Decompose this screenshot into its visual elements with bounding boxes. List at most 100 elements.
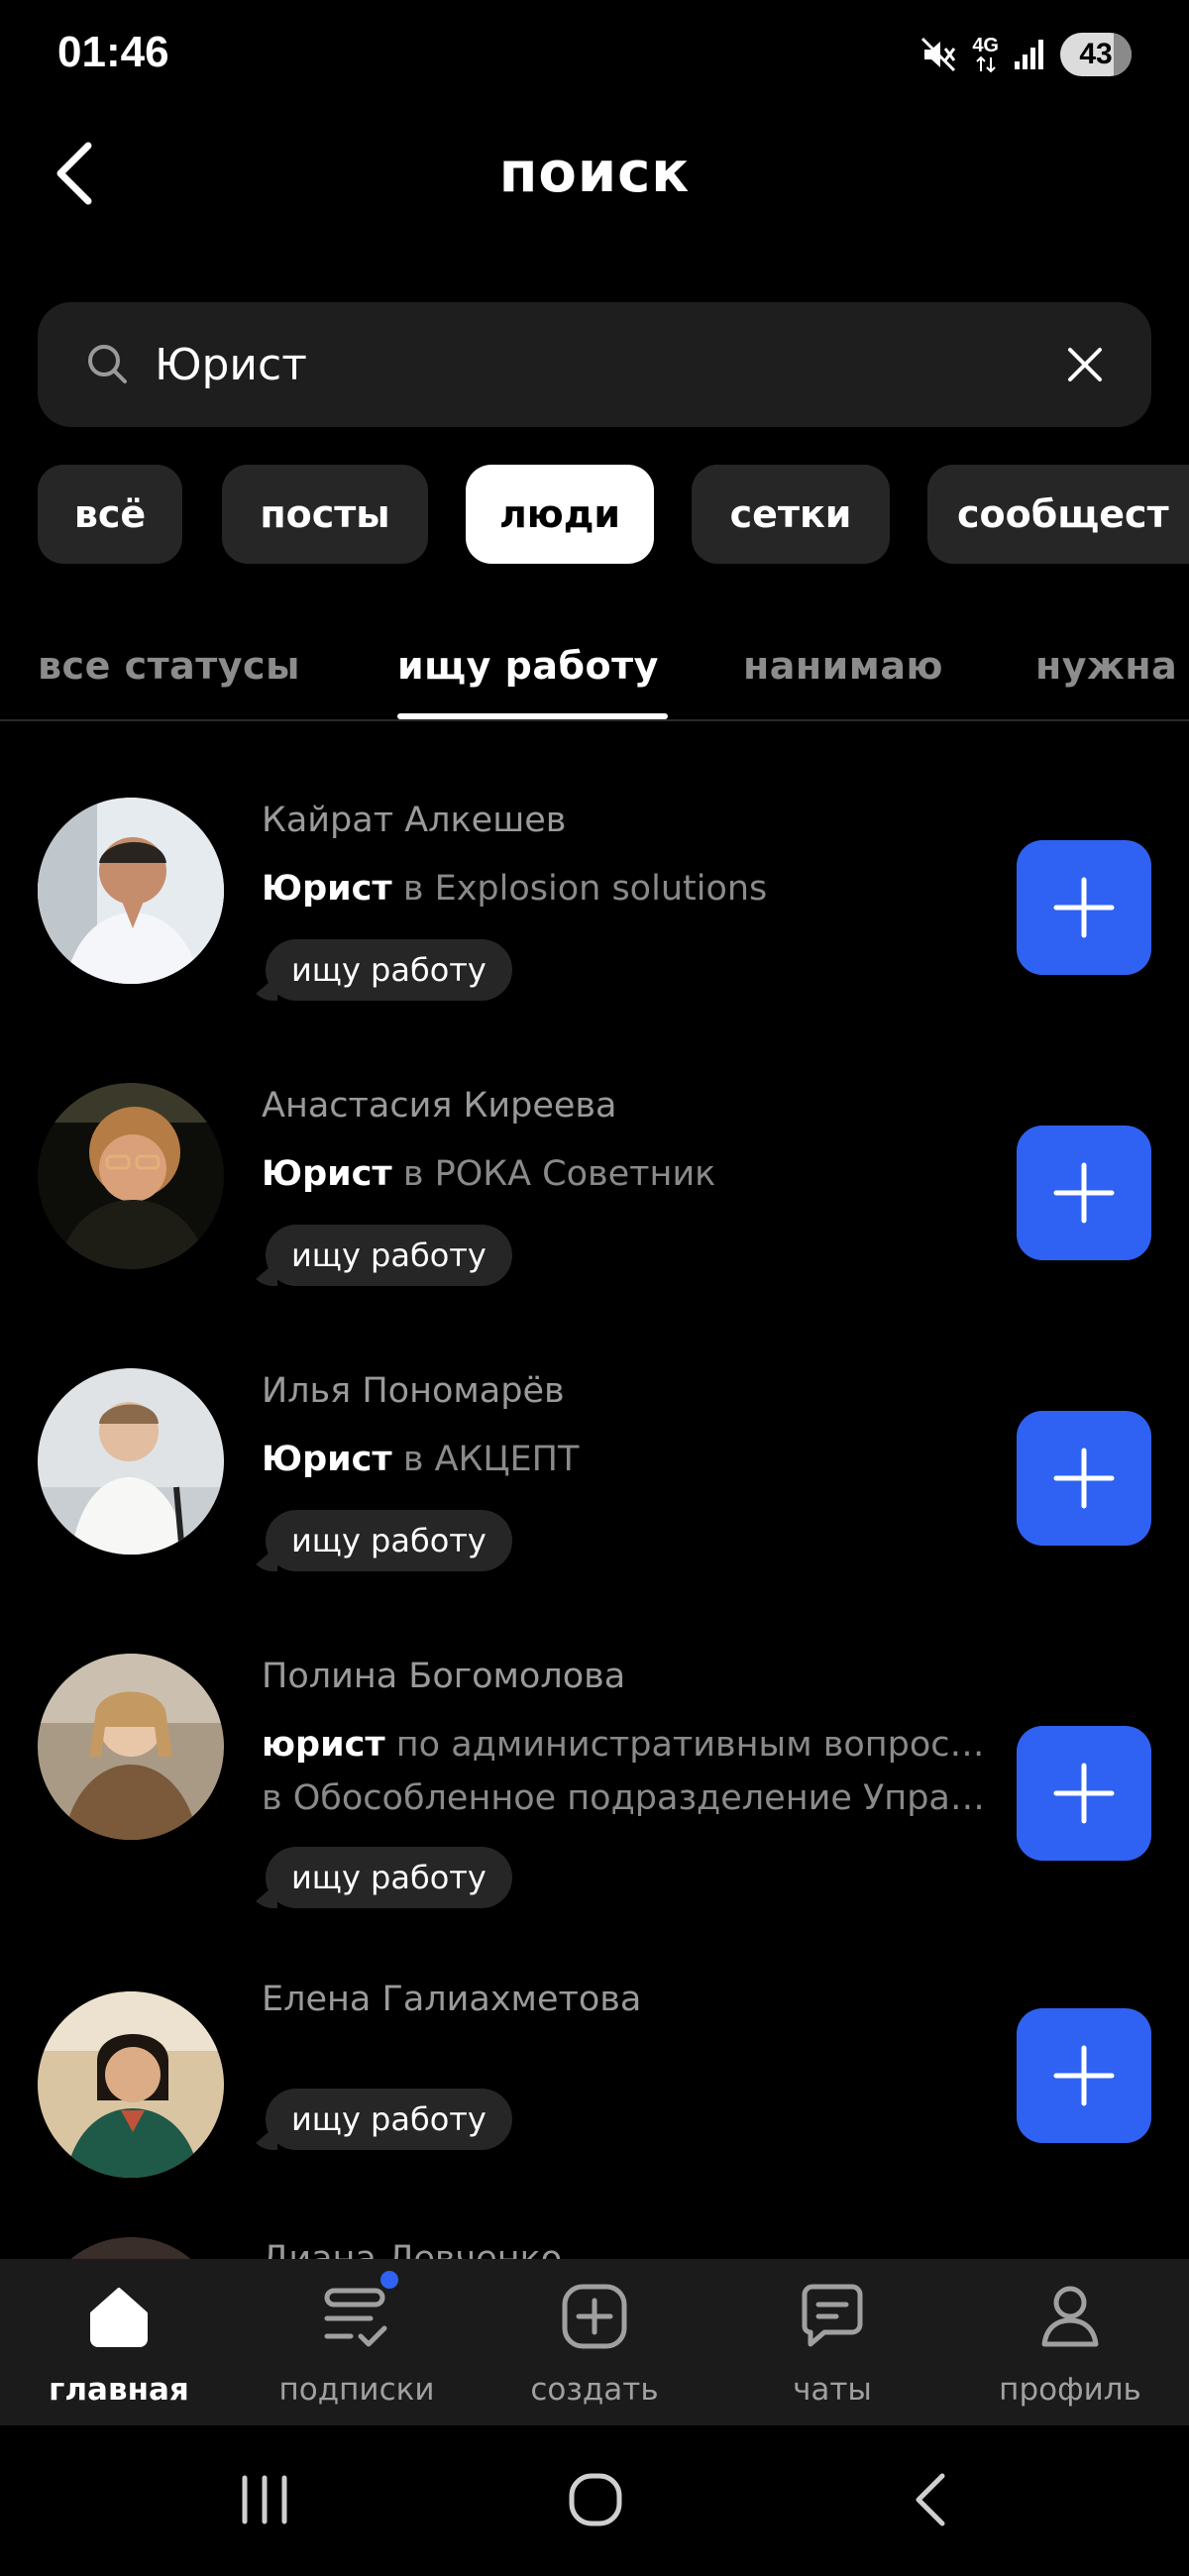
nav-label: главная [49, 2372, 189, 2408]
person-role: Юрист в Explosion solutions [262, 862, 985, 915]
signal-icon [1013, 38, 1046, 71]
nav-subscriptions[interactable]: подписки [238, 2271, 476, 2417]
header: поиск [0, 129, 1189, 228]
nav-profile[interactable]: профиль [951, 2279, 1189, 2417]
status-badge: ищу работу [266, 2089, 512, 2150]
avatar[interactable] [38, 798, 224, 984]
nav-label: подписки [278, 2372, 435, 2408]
nav-label: профиль [999, 2372, 1141, 2408]
recent-apps-icon [242, 2475, 287, 2524]
person-photo [38, 1991, 224, 2178]
home-circle-icon [569, 2473, 622, 2526]
nav-create[interactable]: создать [476, 2279, 713, 2417]
role-description: по административным вопросам [384, 1725, 985, 1765]
system-nav-bar [0, 2425, 1189, 2576]
status-badge: ищу работу [266, 1847, 512, 1908]
role-company: в АКЦЕПТ [391, 1440, 580, 1479]
add-contact-button[interactable] [1017, 1726, 1151, 1861]
person-role: Юрист в АКЦЕПТ [262, 1433, 985, 1486]
plus-icon [1053, 1448, 1115, 1509]
role-title: Юрист [262, 1154, 392, 1194]
status-time: 01:46 [57, 28, 169, 76]
avatar[interactable] [38, 2237, 224, 2259]
tab-looking-for-job[interactable]: ищу работу [397, 644, 659, 688]
add-contact-button[interactable] [1017, 840, 1151, 975]
status-bar: 01:46 4G 43 [0, 0, 1189, 109]
divider [0, 719, 1189, 721]
add-contact-button[interactable] [1017, 1126, 1151, 1260]
people-list: Кайрат Алкешев Юрист в Explosion solutio… [0, 723, 1189, 2259]
person-name[interactable]: Анастасия Киреева [262, 1086, 616, 1126]
person-role: юрист по административным вопросам в Обо… [262, 1718, 985, 1825]
network-label: 4G [972, 35, 999, 56]
tab-hiring[interactable]: нанимаю [743, 644, 943, 688]
subscriptions-icon [319, 2271, 398, 2354]
status-badge: ищу работу [266, 1510, 512, 1571]
tab-all-statuses[interactable]: все статусы [38, 644, 300, 688]
plus-square-icon [557, 2279, 632, 2354]
list-item[interactable]: Анастасия Киреева Юрист в РОКА Советник … [0, 1009, 1189, 1294]
nav-home[interactable]: главная [0, 2279, 238, 2417]
person-name[interactable]: Полина Богомолова [262, 1657, 625, 1696]
filter-chip-people[interactable]: люди [466, 465, 654, 564]
nav-label: чаты [793, 2372, 872, 2408]
add-contact-button[interactable] [1017, 1411, 1151, 1546]
chevron-left-icon [916, 2473, 945, 2526]
search-icon [88, 345, 127, 383]
filter-chip-posts[interactable]: посты [222, 465, 428, 564]
filter-chip-communities[interactable]: сообщест [927, 465, 1189, 564]
role-company: в Explosion solutions [391, 869, 768, 909]
person-name[interactable]: Кайрат Алкешев [262, 801, 566, 840]
network-icon: 4G [972, 36, 999, 73]
avatar[interactable] [38, 1368, 224, 1555]
list-item[interactable]: Кайрат Алкешев Юрист в Explosion solutio… [0, 723, 1189, 1009]
role-title: юрист [262, 1725, 385, 1765]
role-company: в РОКА Советник [391, 1154, 716, 1194]
battery-level: 43 [1079, 38, 1113, 70]
avatar[interactable] [38, 1083, 224, 1269]
person-photo [38, 1654, 224, 1840]
filter-chip-grids[interactable]: сетки [692, 465, 890, 564]
role-company: в Обособленное подразделение Управ… [262, 1778, 985, 1818]
person-name[interactable]: Диана Левченко [262, 2239, 562, 2259]
person-photo [38, 798, 224, 984]
plus-icon [1053, 1162, 1115, 1224]
role-title: Юрист [262, 1440, 392, 1479]
notification-dot [380, 2271, 398, 2289]
filter-chip-all[interactable]: всё [38, 465, 182, 564]
bottom-nav: главная подписки создать чаты профиль [0, 2259, 1189, 2425]
chat-icon [795, 2279, 870, 2354]
battery-indicator: 43 [1060, 33, 1132, 76]
filter-chips: всё посты люди сетки сообщест [38, 465, 1189, 564]
plus-icon [1053, 2045, 1115, 2106]
home-icon [81, 2279, 157, 2354]
home-system-button[interactable] [551, 2465, 640, 2534]
close-icon[interactable] [1060, 340, 1110, 389]
search-input[interactable] [155, 328, 1046, 401]
tab-need[interactable]: нужна [1035, 644, 1177, 688]
person-photo [38, 1083, 224, 1269]
nav-label: создать [530, 2372, 659, 2408]
search-bar[interactable] [38, 302, 1151, 427]
role-title: Юрист [262, 869, 392, 909]
recent-apps-button[interactable] [220, 2465, 309, 2534]
add-contact-button[interactable] [1017, 2008, 1151, 2143]
status-icons: 4G 43 [919, 30, 1132, 79]
avatar[interactable] [38, 1654, 224, 1840]
list-item[interactable]: Диана Левченко [0, 2160, 1189, 2259]
status-tabs: все статусы ищу работу нанимаю нужна [0, 634, 1189, 723]
list-item[interactable]: Елена Галиахметова ищу работу [0, 1922, 1189, 2178]
person-name[interactable]: Илья Пономарёв [262, 1371, 565, 1411]
list-item[interactable]: Полина Богомолова юрист по административ… [0, 1579, 1189, 1922]
profile-icon [1032, 2279, 1108, 2354]
mute-icon [919, 35, 958, 74]
status-badge: ищу работу [266, 939, 512, 1001]
avatar[interactable] [38, 1991, 224, 2178]
person-name[interactable]: Елена Галиахметова [262, 1980, 641, 2019]
plus-icon [1053, 877, 1115, 938]
list-item[interactable]: Илья Пономарёв Юрист в АКЦЕПТ ищу работу [0, 1294, 1189, 1579]
page-title: поиск [498, 141, 691, 205]
status-badge: ищу работу [266, 1225, 512, 1286]
system-back-button[interactable] [886, 2465, 975, 2534]
nav-chats[interactable]: чаты [713, 2279, 951, 2417]
